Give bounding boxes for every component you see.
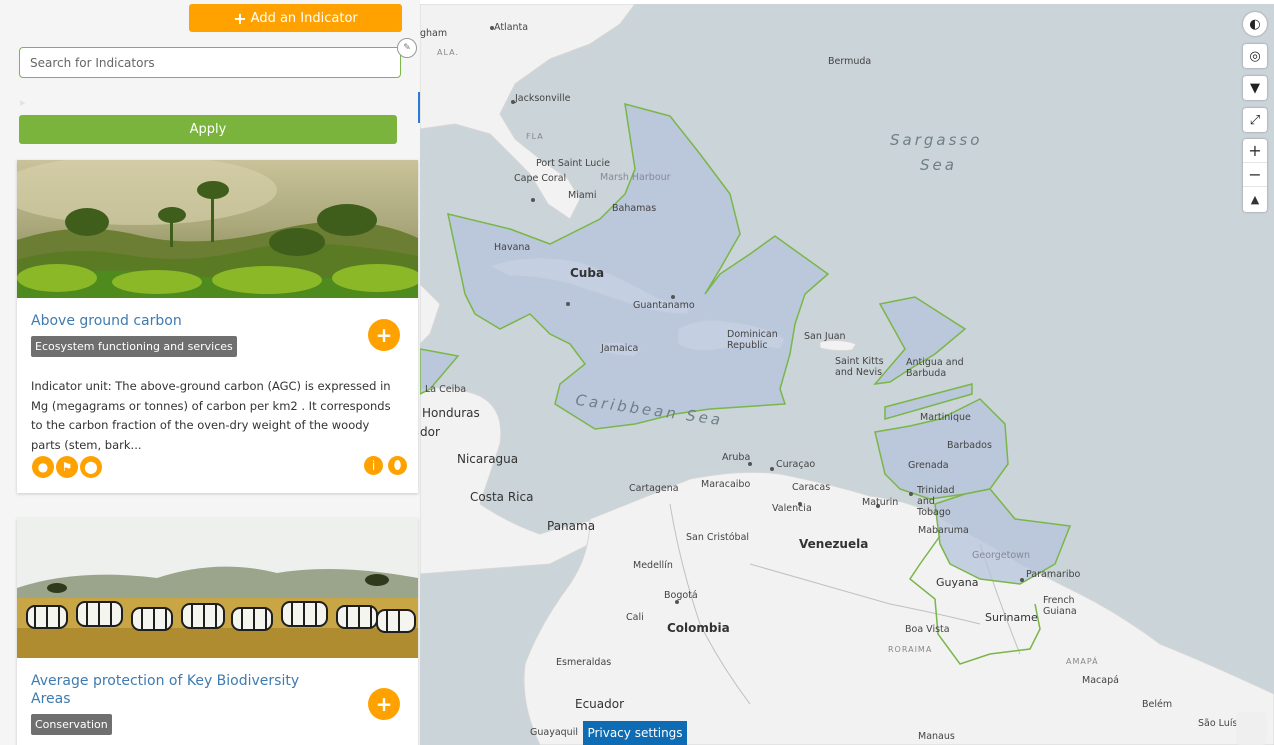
map-label-manaus: Manaus [918, 731, 955, 742]
map-label-macapa: Macapá [1082, 675, 1119, 686]
reset-north-icon[interactable]: ▲ [1243, 187, 1267, 211]
attribution-box[interactable] [1236, 712, 1267, 745]
map-label-valencia: Valencia [772, 503, 812, 514]
map-label-paramaribo: Paramaribo [1026, 569, 1081, 580]
map-label-ecuador: Ecuador [575, 697, 625, 711]
category-tag: Ecosystem functioning and services [31, 336, 237, 357]
map-label-marsh-harbour: Marsh Harbour [600, 172, 671, 183]
add-indicator-round-button[interactable]: + [368, 688, 400, 720]
privacy-settings-button[interactable]: Privacy settings [583, 721, 687, 745]
rainforest-image [17, 160, 418, 298]
indicator-card: Above ground carbon Ecosystem functionin… [17, 160, 418, 493]
map-label-aruba: Aruba [722, 452, 751, 463]
fullscreen-icon[interactable]: ⤢ [1243, 108, 1267, 132]
globe-projection-icon[interactable]: ◎ [1243, 44, 1267, 68]
map-label-maracaibo: Maracaibo [701, 479, 751, 490]
map-label-san-juan: San Juan [804, 331, 846, 342]
zebras-savanna-image [17, 518, 418, 658]
caribbean-eez-region[interactable] [447, 102, 830, 430]
map-label-gham: gham [420, 28, 448, 39]
map-label-maturin: Maturin [862, 497, 899, 508]
info-icon[interactable]: i [364, 456, 383, 475]
location-pin-icon[interactable]: ⬤ [80, 456, 102, 478]
map-label-venezuela: Venezuela [799, 537, 869, 551]
map-label-guyana: Guyana [936, 576, 979, 589]
map-label-georgetown: Georgetown [972, 550, 1030, 561]
map-label-roraima: RORAIMA [888, 645, 933, 654]
yucatan-land [420, 283, 441, 345]
map-label-barbados: Barbados [947, 440, 992, 451]
map-label-esmeraldas: Esmeraldas [556, 657, 612, 668]
map-label-panama: Panama [547, 519, 596, 533]
map-label-curacao: Curaçao [776, 459, 816, 470]
apply-button[interactable]: Apply [19, 115, 397, 144]
paint-bucket-icon[interactable]: ▼ [1243, 76, 1267, 100]
add-indicator-button[interactable]: + Add an Indicator [189, 4, 402, 32]
map-label-dominican-republic: Dominican Republic [727, 329, 778, 351]
map-label-port-saint-lucie: Port Saint Lucie [536, 158, 610, 169]
compass-icon[interactable]: ◐ [1243, 12, 1267, 36]
north-america-land [420, 4, 636, 220]
map-label-medellin: Medellín [633, 560, 673, 571]
search-indicators-input[interactable] [19, 47, 401, 78]
category-tag: Conservation [31, 714, 112, 735]
map-label-cartagena: Cartagena [629, 483, 679, 494]
flag-icon[interactable]: ⚑ [56, 456, 78, 478]
map-label-jamaica: Jamaica [601, 343, 639, 354]
map-label-grenada: Grenada [908, 460, 949, 471]
zoom-controls: + − ▲ [1243, 139, 1267, 212]
faint-filter-row: ▸ [20, 96, 26, 109]
plus-icon: + [233, 8, 247, 28]
map-label-bahamas: Bahamas [612, 203, 657, 214]
map-label-cuba: Cuba [570, 266, 605, 280]
map-label-atlanta: Atlanta [494, 22, 529, 33]
map-label-saint-kitts: Saint Kitts and Nevis [835, 356, 884, 378]
indicator-card: Average protection of Key Biodiversity A… [17, 518, 418, 745]
map-label-ala: ALA. [437, 48, 459, 57]
map-label-nicaragua: Nicaragua [457, 452, 519, 466]
map-label-french-guiana: French Guiana [1043, 595, 1077, 617]
indicator-sidebar: + Add an Indicator ✎ ▸ Apply [0, 0, 420, 745]
map-label-cali: Cali [626, 612, 644, 623]
shield-icon[interactable]: ⬮ [388, 456, 407, 475]
map-label-guayaquil: Guayaquil [530, 727, 578, 738]
zoom-in-button[interactable]: + [1243, 139, 1267, 163]
map-label-sargasso: Sargasso [890, 131, 983, 149]
add-indicator-label: Add an Indicator [250, 10, 358, 26]
map-label-mabaruma: Mabaruma [918, 525, 969, 536]
map-label-bermuda: Bermuda [828, 56, 872, 67]
card-title[interactable]: Above ground carbon [31, 312, 182, 330]
add-indicator-round-button[interactable]: + [368, 319, 400, 351]
pencil-icon[interactable]: ✎ [397, 38, 417, 58]
map-label-guantanamo: Guantanamo [633, 300, 695, 311]
map-label-la-ceiba: La Ceiba [425, 384, 467, 395]
map-label-belem: Belém [1142, 699, 1173, 710]
map-label-cape-coral: Cape Coral [514, 173, 567, 184]
map-label-colombia: Colombia [667, 621, 730, 635]
map-label-costa-rica: Costa Rica [470, 490, 534, 504]
map-label-suriname: Suriname [985, 611, 1038, 624]
map-label-havana: Havana [494, 242, 531, 253]
map-canvas[interactable]: Atlanta Bermuda Jacksonville FLA ALA. gh… [420, 4, 1274, 745]
map-label-sao-luis: São Luís [1198, 718, 1238, 729]
globe-icon[interactable]: ● [32, 456, 54, 478]
card-description: Indicator unit: The above-ground carbon … [31, 379, 391, 452]
map-label-miami: Miami [568, 190, 597, 201]
map-label-martinique: Martinique [920, 412, 971, 423]
map-label-sea: Sea [920, 156, 957, 174]
card-title[interactable]: Average protection of Key Biodiversity A… [31, 672, 321, 708]
map-label-amapa: AMAPÁ [1066, 657, 1099, 666]
map-label-caracas: Caracas [792, 482, 831, 493]
zoom-out-button[interactable]: − [1243, 163, 1267, 187]
map-label-san-cristobal: San Cristóbal [686, 532, 750, 543]
map-label-trinidad: Trinidad and Tobago [917, 485, 955, 518]
map-label-fla: FLA [526, 132, 544, 141]
map-label-jacksonville: Jacksonville [515, 93, 571, 104]
map-label-boa-vista: Boa Vista [905, 624, 950, 635]
map-label-honduras: Honduras [422, 406, 480, 420]
map-label-dor: dor [420, 425, 440, 439]
map-label-bogota: Bogotá [664, 590, 698, 601]
map-label-antigua: Antigua and Barbuda [906, 357, 964, 379]
